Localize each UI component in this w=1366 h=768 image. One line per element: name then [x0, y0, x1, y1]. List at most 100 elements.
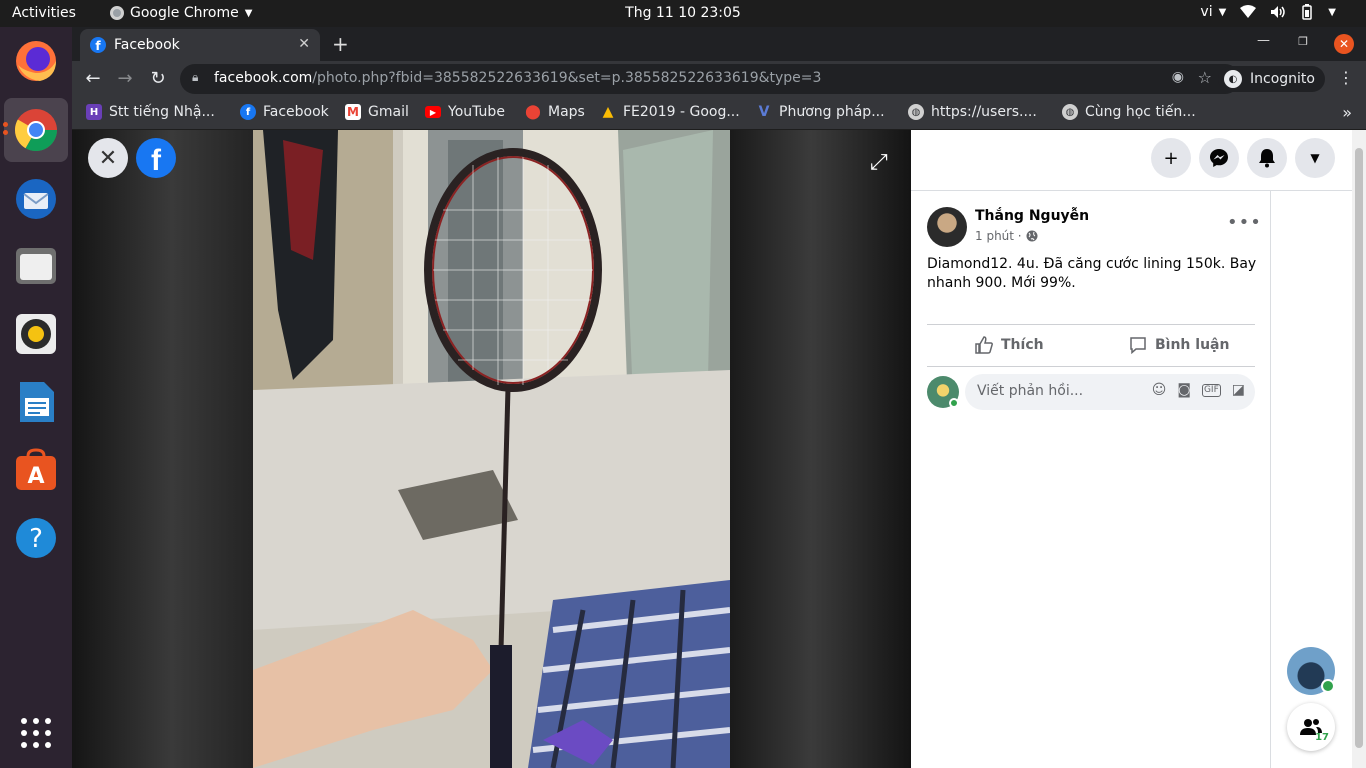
- account-menu-caret-icon[interactable]: ▼: [1295, 138, 1335, 178]
- scrollbar-thumb[interactable]: [1355, 148, 1363, 748]
- window-close-icon[interactable]: ✕: [1334, 34, 1354, 54]
- google-drive-icon: ▲: [602, 104, 614, 120]
- svg-text:A: A: [27, 464, 44, 489]
- bookmark-item[interactable]: ▶ YouTube: [425, 104, 505, 120]
- post-timestamp[interactable]: 1 phút ·: [975, 229, 1038, 243]
- thumbs-up-icon: [975, 336, 993, 354]
- page-scrollbar[interactable]: [1352, 130, 1366, 768]
- rhythmbox-icon[interactable]: [12, 310, 60, 358]
- facebook-logo-icon[interactable]: f: [136, 138, 176, 178]
- tab-strip: f Facebook ✕ + — ❐ ✕: [72, 27, 1366, 61]
- messenger-icon[interactable]: [1199, 138, 1239, 178]
- more-bookmarks-icon[interactable]: »: [1342, 103, 1352, 122]
- address-bar[interactable]: 🔒︎ facebook.com/photo.php?fbid=385582522…: [180, 64, 1240, 94]
- software-center-icon[interactable]: A: [12, 446, 60, 494]
- divider: [927, 366, 1255, 367]
- blurred-backdrop: [72, 130, 253, 768]
- volume-icon: [1271, 6, 1286, 18]
- show-apps-grid-icon[interactable]: [12, 709, 60, 757]
- system-tray[interactable]: vi ▼ ▼: [1200, 4, 1336, 20]
- emoji-icon[interactable]: ☺: [1152, 382, 1167, 398]
- reload-icon[interactable]: ↻: [147, 68, 169, 89]
- running-indicator: [3, 122, 8, 127]
- fullscreen-expand-icon[interactable]: ⤢: [870, 150, 888, 175]
- public-globe-icon: [1026, 230, 1038, 242]
- battery-icon: [1302, 4, 1313, 20]
- bookmark-star-icon[interactable]: ☆: [1198, 68, 1212, 87]
- bookmark-label: Stt tiếng Nhậ...: [109, 104, 215, 120]
- caret-down-icon: ▼: [244, 7, 253, 19]
- gmail-icon: M: [345, 104, 361, 120]
- close-viewer-button[interactable]: ✕: [88, 138, 128, 178]
- minimize-icon[interactable]: —: [1257, 33, 1270, 48]
- comment-label: Bình luận: [1155, 337, 1230, 353]
- contacts-count: 17: [1315, 732, 1329, 743]
- forward-arrow-icon[interactable]: →: [114, 68, 136, 89]
- activities-button[interactable]: Activities: [12, 5, 76, 21]
- bookmark-item[interactable]: H Stt tiếng Nhậ...: [86, 104, 215, 120]
- clock[interactable]: Thg 11 10 23:05: [625, 5, 741, 21]
- lock-icon[interactable]: 🔒︎: [192, 70, 198, 85]
- bookmark-item[interactable]: V Phương pháp...: [756, 104, 885, 120]
- firefox-icon[interactable]: [12, 37, 60, 85]
- create-plus-icon[interactable]: +: [1151, 138, 1191, 178]
- bookmark-label: YouTube: [448, 104, 505, 120]
- comment-placeholder: Viết phản hồi...: [977, 383, 1084, 399]
- tracking-blocked-eye-icon[interactable]: ◉: [1172, 69, 1184, 85]
- help-icon[interactable]: ?: [12, 514, 60, 562]
- thunderbird-icon[interactable]: [12, 175, 60, 223]
- incognito-badge[interactable]: ◐ Incognito: [1218, 66, 1325, 92]
- url-text[interactable]: facebook.com/photo.php?fbid=385582522633…: [214, 70, 821, 86]
- comment-button[interactable]: Bình luận: [1129, 336, 1229, 354]
- camera-icon[interactable]: ◙: [1177, 382, 1191, 398]
- bookmark-label: Cùng học tiến...: [1085, 104, 1196, 120]
- maximize-icon[interactable]: ❐: [1298, 35, 1308, 48]
- comment-bubble-icon: [1130, 337, 1146, 354]
- caret-down-icon: ▼: [1218, 6, 1227, 18]
- bookmark-item[interactable]: ⬤ Maps: [525, 104, 585, 120]
- photo-viewer: ✕ f ⤢: [72, 130, 911, 768]
- globe-icon: ◍: [908, 104, 924, 120]
- close-tab-icon[interactable]: ✕: [298, 36, 310, 52]
- tab-facebook[interactable]: f Facebook ✕: [80, 29, 320, 61]
- youtube-icon: ▶: [425, 106, 441, 118]
- like-button[interactable]: Thích: [975, 336, 1044, 354]
- comment-input[interactable]: Viết phản hồi... ☺ ◙ GIF ◪: [965, 374, 1255, 410]
- contacts-button[interactable]: 17: [1287, 703, 1335, 751]
- back-arrow-icon[interactable]: ←: [82, 68, 104, 89]
- bookmark-label: Gmail: [368, 104, 409, 120]
- sticker-icon[interactable]: ◪: [1232, 382, 1245, 398]
- post-options-more-icon[interactable]: •••: [1227, 212, 1262, 233]
- chrome-menu-icon[interactable]: ⋮: [1338, 68, 1354, 87]
- author-name[interactable]: Thắng Nguyễn: [975, 208, 1089, 224]
- app-menu[interactable]: Google Chrome ▼: [110, 5, 252, 21]
- bookmark-item[interactable]: ◍ https://users....: [908, 104, 1037, 120]
- keyboard-language[interactable]: vi: [1200, 4, 1212, 20]
- post-text: Diamond12. 4u. Đã căng cước lining 150k.…: [927, 256, 1257, 291]
- divider: [927, 324, 1255, 325]
- chrome-icon[interactable]: [4, 98, 68, 162]
- new-tab-icon[interactable]: +: [332, 32, 349, 56]
- blurred-backdrop: [730, 130, 911, 768]
- bookmark-item[interactable]: f Facebook: [240, 104, 329, 120]
- bookmark-label: Phương pháp...: [779, 104, 885, 120]
- author-avatar[interactable]: [927, 207, 967, 247]
- bookmark-item[interactable]: ▲ FE2019 - Goog...: [600, 104, 740, 120]
- chrome-window: f Facebook ✕ + — ❐ ✕ ← → ↻ 🔒︎ facebook.c…: [72, 27, 1366, 768]
- libreoffice-writer-icon[interactable]: [12, 378, 60, 426]
- post-photo[interactable]: [253, 130, 730, 768]
- os-top-bar: Activities Google Chrome ▼ Thg 11 10 23:…: [0, 0, 1366, 27]
- bookmark-label: Facebook: [263, 104, 329, 120]
- bookmark-label: https://users....: [931, 104, 1037, 120]
- notifications-bell-icon[interactable]: [1247, 138, 1287, 178]
- files-icon[interactable]: [12, 242, 60, 290]
- timestamp-text: 1 phút ·: [975, 229, 1022, 243]
- bookmark-item[interactable]: ◍ Cùng học tiến...: [1062, 104, 1196, 120]
- incognito-label: Incognito: [1250, 71, 1315, 87]
- header-divider: [911, 190, 1352, 191]
- tab-title: Facebook: [114, 37, 180, 53]
- wifi-icon: [1240, 5, 1257, 18]
- gif-icon[interactable]: GIF: [1201, 384, 1221, 397]
- bookmark-item[interactable]: M Gmail: [345, 104, 409, 120]
- globe-icon: ◍: [1062, 104, 1078, 120]
